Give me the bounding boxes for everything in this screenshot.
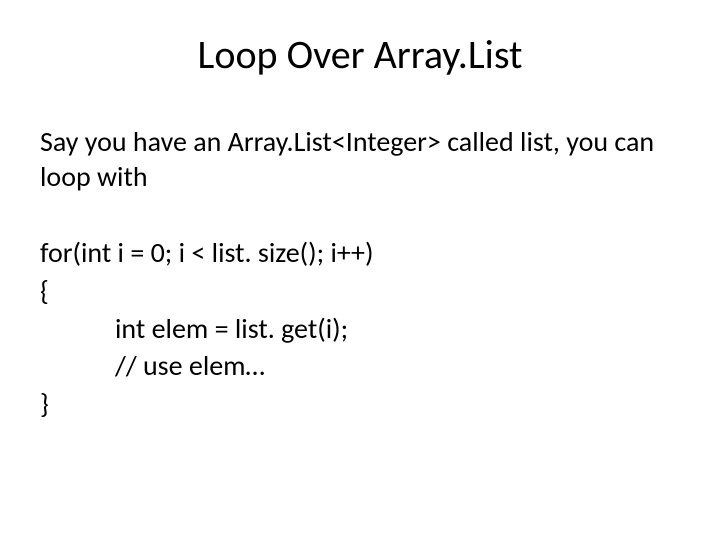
code-line-close-brace: } bbox=[40, 385, 680, 423]
slide-title: Loop Over Array.List bbox=[40, 30, 680, 79]
slide-content: Loop Over Array.List Say you have an Arr… bbox=[0, 0, 720, 443]
code-line-comment: // use elem… bbox=[40, 347, 680, 385]
code-line-for: for(int i = 0; i < list. size(); i++) bbox=[40, 234, 680, 272]
code-line-open-brace: { bbox=[40, 272, 680, 310]
intro-text: Say you have an Array.List<Integer> call… bbox=[40, 124, 680, 194]
code-line-elem: int elem = list. get(i); bbox=[40, 310, 680, 348]
code-block: for(int i = 0; i < list. size(); i++) { … bbox=[40, 234, 680, 423]
